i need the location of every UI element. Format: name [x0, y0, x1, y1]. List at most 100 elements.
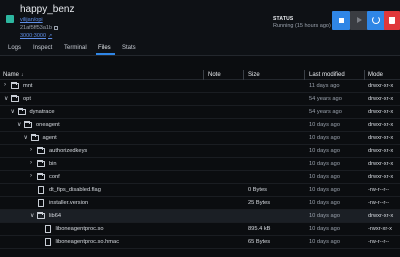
image-link[interactable]: vilijan/opi	[20, 17, 43, 23]
tab-logs[interactable]: Logs	[8, 45, 21, 51]
file-mode: -rw-r--r--	[368, 239, 390, 245]
chevron-right-icon[interactable]: ›	[30, 173, 32, 179]
column-header-size[interactable]: Size	[248, 72, 260, 78]
chevron-right-icon[interactable]: ›	[30, 160, 32, 166]
chevron-down-icon[interactable]: ∨	[17, 121, 21, 128]
play-icon	[357, 17, 362, 23]
last-modified: 10 days ago	[309, 200, 340, 206]
last-modified: 10 days ago	[309, 135, 340, 141]
last-modified: 10 days ago	[309, 187, 340, 193]
tab-stats[interactable]: Stats	[122, 45, 136, 51]
active-tab-indicator	[96, 53, 115, 55]
stop-button[interactable]	[332, 11, 350, 30]
file-name: dt_fips_disabled.flag	[49, 187, 101, 193]
container-header: happy_benz vilijan/opi 21af5ff53a1b 3000…	[0, 0, 400, 42]
port-link[interactable]: 3000:3000	[20, 33, 46, 39]
copy-icon[interactable]	[54, 25, 59, 30]
last-modified: 10 days ago	[309, 213, 340, 219]
file-mode: drwxr-xr-x	[368, 96, 394, 102]
last-modified: 54 years ago	[309, 96, 342, 102]
file-name: authorizedkeys	[49, 148, 88, 154]
sort-arrow-icon: ↓	[21, 72, 24, 78]
port-row: 3000:3000 ↗	[20, 33, 52, 39]
file-mode: drwxr-xr-x	[368, 161, 394, 167]
tab-bar: Logs Inspect Terminal Files Stats	[0, 42, 400, 56]
column-divider[interactable]	[243, 70, 244, 80]
file-name: agent	[42, 135, 57, 141]
file-name: bin	[49, 161, 57, 167]
folder-icon	[17, 108, 26, 115]
file-mode: drwxr-xr-x	[368, 148, 394, 154]
file-mode: drwxr-xr-x	[368, 83, 394, 89]
folder-icon	[37, 160, 45, 167]
container-name: happy_benz	[20, 4, 75, 15]
chevron-right-icon[interactable]: ›	[4, 82, 6, 88]
table-row[interactable]: dt_fips_disabled.flag 0 Bytes 10 days ago -…	[0, 184, 400, 197]
file-size: 65 Bytes	[248, 239, 271, 245]
table-row[interactable]: ∨ dynatrace 54 years ago drwxr-xr-x	[0, 106, 400, 119]
external-link-icon[interactable]: ↗	[48, 33, 52, 39]
trash-icon	[389, 17, 395, 24]
file-mode: drwxr-xr-x	[368, 109, 394, 115]
column-header-mode[interactable]: Mode	[368, 72, 383, 78]
last-modified: 11 days ago	[309, 83, 340, 89]
table-row[interactable]: › conf 10 days ago drwxr-xr-x	[0, 171, 400, 184]
table-row[interactable]: ∨ opt 54 years ago drwxr-xr-x	[0, 93, 400, 106]
file-size: 0 Bytes	[248, 187, 267, 193]
restart-icon	[372, 16, 380, 24]
column-divider[interactable]	[203, 70, 204, 80]
table-row[interactable]: ∨ agent 10 days ago drwxr-xr-x	[0, 132, 400, 145]
stop-icon	[339, 18, 344, 23]
folder-icon	[11, 82, 19, 89]
file-mode: drwxr-xr-x	[368, 213, 394, 219]
folder-icon	[37, 173, 45, 180]
file-size: 895.4 kB	[248, 226, 271, 232]
chevron-down-icon[interactable]: ∨	[4, 95, 8, 102]
chevron-down-icon[interactable]: ∨	[11, 108, 15, 115]
tab-files[interactable]: Files	[98, 45, 111, 51]
restart-button[interactable]	[367, 11, 385, 30]
file-name: liboneagentproc.so.hmac	[55, 239, 120, 245]
status-value: Running (15 hours ago)	[273, 23, 331, 29]
file-icon	[38, 186, 44, 194]
table-row[interactable]: liboneagentproc.so 895.4 kB 10 days ago -rw…	[0, 223, 400, 236]
table-row[interactable]: liboneagentproc.so.hmac 65 Bytes 10 days a…	[0, 236, 400, 249]
table-row[interactable]: › mnt 11 days ago drwxr-xr-x	[0, 80, 400, 93]
start-button[interactable]	[350, 11, 368, 30]
file-mode: drwxr-xr-x	[368, 174, 394, 180]
column-divider[interactable]	[304, 70, 305, 80]
status-label: STATUS	[273, 16, 294, 22]
file-mode: -rw-r--r--	[368, 200, 390, 206]
file-icon	[44, 238, 51, 246]
file-name: installer.version	[49, 200, 89, 206]
chevron-right-icon[interactable]: ›	[30, 147, 32, 153]
table-row[interactable]: installer.version 25 Bytes 10 days ago -rw-…	[0, 197, 400, 210]
tab-inspect[interactable]: Inspect	[33, 45, 52, 51]
table-row[interactable]: ∨ lib64 10 days ago drwxr-xr-x	[0, 210, 400, 223]
table-row[interactable]: › bin 10 days ago drwxr-xr-x	[0, 158, 400, 171]
table-row[interactable]: › authorizedkeys 10 days ago drwxr-xr-x	[0, 145, 400, 158]
column-header-note[interactable]: Note	[208, 72, 221, 78]
last-modified: 10 days ago	[309, 161, 340, 167]
table-row[interactable]: ∨ oneagent 10 days ago drwxr-xr-x	[0, 119, 400, 132]
last-modified: 54 years ago	[309, 109, 342, 115]
file-name: mnt	[23, 83, 33, 89]
file-icon	[44, 225, 51, 233]
last-modified: 10 days ago	[309, 239, 340, 245]
file-mode: drwxr-xr-x	[368, 135, 394, 141]
column-divider[interactable]	[364, 70, 365, 80]
delete-button[interactable]	[384, 11, 400, 30]
column-header-name[interactable]: Name ↓	[3, 72, 24, 78]
last-modified: 10 days ago	[309, 226, 340, 232]
column-header-last-modified[interactable]: Last modified	[309, 72, 345, 78]
folder-icon	[24, 121, 32, 128]
file-mode: -rw-r--r--	[368, 187, 390, 193]
file-name: lib64	[49, 213, 62, 219]
chevron-down-icon[interactable]: ∨	[30, 212, 34, 219]
tab-terminal[interactable]: Terminal	[64, 45, 87, 51]
folder-icon	[11, 95, 19, 102]
chevron-down-icon[interactable]: ∨	[24, 134, 28, 141]
file-name: oneagent	[36, 122, 60, 128]
file-mode: drwxr-xr-x	[368, 122, 394, 128]
container-icon	[6, 15, 14, 23]
